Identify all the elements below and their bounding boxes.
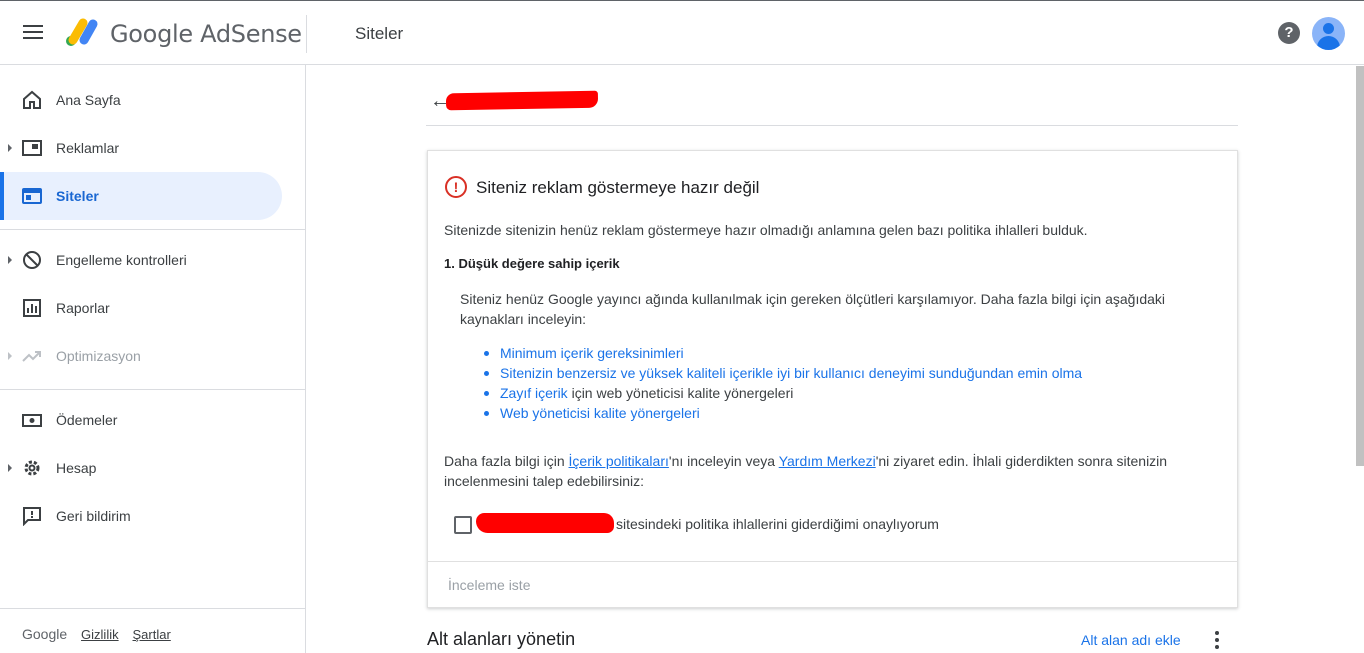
menu-icon[interactable] [20,21,46,45]
sidebar-item-blocking[interactable]: Engelleme kontrolleri [0,236,282,284]
privacy-link[interactable]: Gizlilik [81,627,119,642]
ads-icon [22,140,42,156]
header-divider [306,15,307,53]
sidebar-item-label: Ödemeler [56,412,118,428]
thin-content-link[interactable]: Zayıf içerik [500,385,568,401]
user-experience-link[interactable]: Sitenizin benzersiz ve yüksek kaliteli i… [500,365,1082,381]
sidebar-item-label: Hesap [56,460,97,476]
redacted-site-name [476,513,614,533]
content-policies-link[interactable]: İçerik politikaları [569,453,669,469]
list-item: Web yöneticisi kalite yönergeleri [484,403,1082,423]
card-footer: İnceleme iste [428,561,1237,608]
trending-icon [22,351,41,362]
expand-caret-icon [8,144,12,152]
sidebar-divider [0,608,306,609]
top-app-bar: Google AdSense Siteler ? [0,0,1364,65]
webmaster-guidelines-link[interactable]: Web yöneticisi kalite yönergeleri [500,405,700,421]
confirm-label: sitesindeki politika ihlallerini giderdi… [616,516,939,532]
sidebar: Ana Sayfa Reklamlar Siteler Engelleme ko… [0,65,306,653]
sidebar-item-label: Ana Sayfa [56,92,121,108]
sidebar-item-account[interactable]: Hesap [0,444,282,492]
more-info-part: 'nı inceleyin veya [668,453,779,469]
gear-icon [24,460,40,476]
sidebar-item-feedback[interactable]: Geri bildirim [0,492,282,540]
expand-caret-icon [8,256,12,264]
sidebar-divider [0,229,306,230]
scrollbar-thumb[interactable] [1356,66,1364,466]
expand-caret-icon [8,352,12,360]
more-info-text: Daha fazla bilgi için İçerik politikalar… [444,451,1214,491]
avatar[interactable] [1312,17,1345,50]
list-item: Zayıf içerik için web yöneticisi kalite … [484,383,1082,403]
terms-link[interactable]: Şartlar [133,627,171,642]
home-icon [23,90,41,109]
help-icon[interactable]: ? [1278,22,1300,44]
sidebar-item-label: Geri bildirim [56,508,131,524]
feedback-icon [23,507,41,526]
adsense-logo-icon [66,18,98,46]
violation-description: Siteniz henüz Google yayıncı ağında kull… [460,291,1166,327]
list-item: Sitenizin benzersiz ve yüksek kaliteli i… [484,363,1082,383]
sites-icon [22,188,42,204]
list-item: Minimum içerik gereksinimleri [484,343,1082,363]
page-title: Siteler [355,24,404,43]
expand-caret-icon [8,464,12,472]
site-header-row: ← [426,82,1238,126]
sidebar-item-home[interactable]: Ana Sayfa [0,76,282,124]
sidebar-item-label: Siteler [56,188,99,204]
sidebar-item-label: Engelleme kontrolleri [56,252,187,268]
sidebar-item-label: Reklamlar [56,140,120,156]
thin-content-suffix: için web yöneticisi kalite yönergeleri [567,385,794,401]
confirm-row: sitesindeki politika ihlallerini giderdi… [454,513,1054,537]
subdomains-title: Alt alanları yönetin [427,629,576,649]
sidebar-item-label: Raporlar [56,300,110,316]
sidebar-divider [0,389,306,390]
block-icon [23,251,41,269]
policy-warning-card: ! Siteniz reklam göstermeye hazır değil … [427,150,1238,608]
violation-heading: 1. Düşük değere sahip içerik [444,256,620,271]
sidebar-item-reports[interactable]: Raporlar [0,284,282,332]
help-center-link[interactable]: Yardım Merkezi [779,453,876,469]
sidebar-item-sites[interactable]: Siteler [0,172,282,220]
more-vert-icon[interactable] [1212,631,1222,651]
sidebar-item-label: Optimizasyon [56,348,141,364]
brand-name: Google AdSense [110,20,302,48]
google-footer-label: Google [22,626,68,642]
redacted-site-name [445,90,599,111]
sidebar-item-payments[interactable]: Ödemeler [0,396,282,444]
add-subdomain-button[interactable]: Alt alan adı ekle [1081,632,1181,648]
sidebar-item-ads[interactable]: Reklamlar [0,124,282,172]
card-intro-text: Sitenizde sitenizin henüz reklam gösterm… [444,222,1088,238]
card-title: Siteniz reklam göstermeye hazır değil [476,178,760,197]
sidebar-item-optimization[interactable]: Optimizasyon [0,332,282,380]
resource-links-list: Minimum içerik gereksinimleri Sitenizin … [484,343,1082,423]
reports-icon [23,299,41,317]
sidebar-footer: Google Gizlilik Şartlar [22,626,181,642]
minimum-content-link[interactable]: Minimum içerik gereksinimleri [500,345,684,361]
more-info-part: Daha fazla bilgi için [444,453,569,469]
payments-icon [22,414,42,427]
confirm-checkbox[interactable] [454,516,472,534]
error-icon: ! [445,176,467,198]
request-review-button[interactable]: İnceleme iste [448,577,530,593]
